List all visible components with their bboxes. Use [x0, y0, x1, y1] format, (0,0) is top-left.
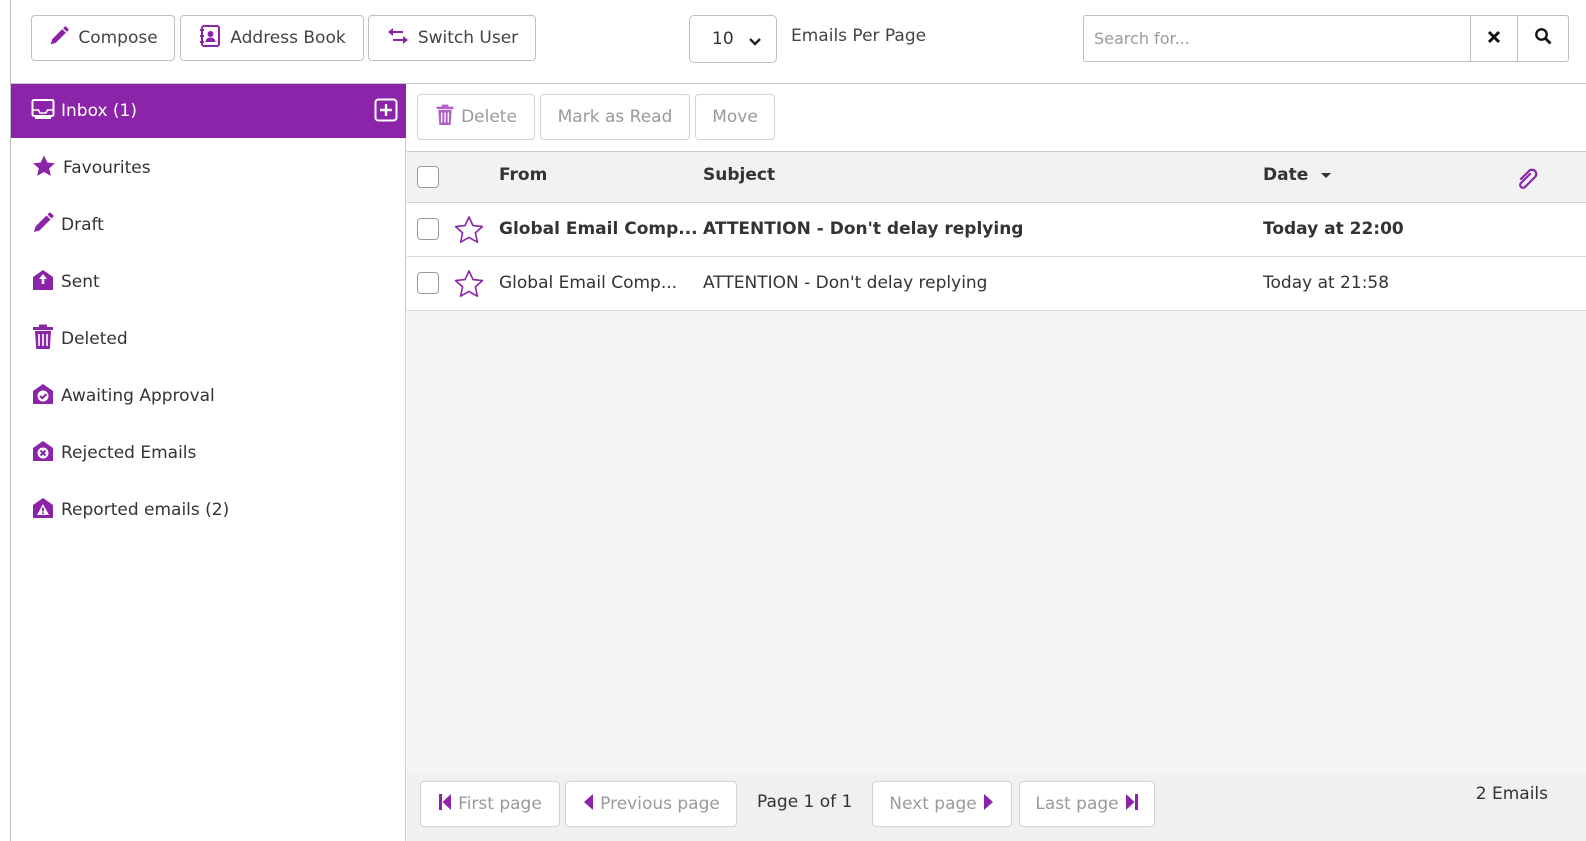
emails-per-page-select[interactable]: 10	[689, 15, 777, 63]
last-page-label: Last page	[1035, 794, 1119, 814]
close-icon	[1487, 29, 1501, 49]
pagination-bar: First page Previous page Page 1 of 1 Nex…	[407, 774, 1586, 841]
add-folder-icon[interactable]	[374, 98, 398, 127]
approval-icon	[31, 382, 55, 411]
mark-as-read-label: Mark as Read	[557, 107, 673, 127]
folder-sidebar: Inbox (1) Favourites Draft Sent Deleted …	[11, 84, 406, 841]
date-header-label: Date	[1263, 165, 1309, 185]
sidebar-item-label: Favourites	[63, 158, 151, 178]
first-page-label: First page	[458, 794, 542, 814]
compose-label: Compose	[78, 28, 158, 48]
email-list-empty-area	[407, 311, 1586, 774]
email-row[interactable]: Global Email Comp... ATTENTION - Don't d…	[407, 257, 1586, 311]
sidebar-item-awaiting-approval[interactable]: Awaiting Approval	[11, 369, 406, 423]
pencil-icon	[48, 25, 70, 52]
star-outline-icon[interactable]	[453, 269, 485, 304]
switch-user-button[interactable]: Switch User	[368, 15, 536, 61]
next-page-button[interactable]: Next page	[872, 781, 1012, 827]
attachment-icon	[1515, 167, 1541, 196]
chevron-down-icon	[748, 33, 762, 53]
inbox-icon	[31, 98, 55, 125]
email-subject: ATTENTION - Don't delay replying	[703, 273, 988, 293]
first-page-button[interactable]: First page	[420, 781, 560, 827]
sidebar-item-label: Reported emails (2)	[61, 500, 230, 520]
sidebar-item-deleted[interactable]: Deleted	[11, 312, 406, 366]
sidebar-item-draft[interactable]: Draft	[11, 198, 406, 252]
rejected-icon	[31, 439, 55, 468]
trash-icon	[435, 103, 455, 132]
sidebar-item-label: Deleted	[61, 329, 128, 349]
email-date: Today at 22:00	[1263, 219, 1404, 239]
page-indicator: Page 1 of 1	[757, 792, 853, 812]
star-outline-icon[interactable]	[453, 215, 485, 250]
next-page-label: Next page	[889, 794, 977, 814]
subject-column-header[interactable]: Subject	[703, 165, 775, 185]
move-button[interactable]: Move	[695, 94, 775, 140]
sidebar-item-label: Draft	[61, 215, 104, 235]
top-toolbar: Compose Address Book Switch User 10 Emai…	[11, 0, 1586, 84]
previous-page-button[interactable]: Previous page	[565, 781, 737, 827]
address-book-label: Address Book	[230, 28, 346, 48]
sidebar-item-sent[interactable]: Sent	[11, 255, 406, 309]
reported-icon	[31, 496, 55, 525]
select-all-checkbox[interactable]	[417, 166, 439, 188]
mark-as-read-button[interactable]: Mark as Read	[540, 94, 690, 140]
delete-label: Delete	[461, 107, 517, 127]
date-column-header[interactable]: Date	[1263, 165, 1332, 185]
first-page-icon	[438, 793, 452, 816]
webmail-app: Compose Address Book Switch User 10 Emai…	[0, 0, 1586, 841]
sidebar-item-label: Inbox (1)	[61, 101, 138, 121]
caret-left-icon	[582, 793, 594, 816]
previous-page-label: Previous page	[600, 794, 720, 814]
sidebar-item-label: Sent	[61, 272, 100, 292]
compose-button[interactable]: Compose	[31, 15, 175, 61]
sidebar-item-inbox[interactable]: Inbox (1)	[11, 84, 406, 138]
move-label: Move	[712, 107, 758, 127]
sent-icon	[31, 268, 55, 297]
message-action-bar: Delete Mark as Read Move	[407, 84, 1586, 152]
search-input[interactable]	[1083, 15, 1471, 62]
email-from: Global Email Comp...	[499, 273, 678, 293]
sidebar-item-label: Awaiting Approval	[61, 386, 215, 406]
switch-arrows-icon	[386, 25, 410, 52]
delete-button[interactable]: Delete	[417, 94, 535, 140]
last-page-icon	[1125, 793, 1139, 816]
sidebar-item-reported-emails[interactable]: Reported emails (2)	[11, 483, 406, 537]
email-count: 2 Emails	[1475, 784, 1548, 804]
search-icon	[1534, 27, 1552, 50]
sidebar-item-rejected-emails[interactable]: Rejected Emails	[11, 426, 406, 480]
address-book-button[interactable]: Address Book	[180, 15, 364, 61]
email-list-header: From Subject Date	[407, 152, 1586, 203]
row-checkbox[interactable]	[417, 272, 439, 294]
per-page-label: Emails Per Page	[791, 26, 927, 46]
sidebar-item-favourites[interactable]: Favourites	[11, 141, 406, 195]
email-row[interactable]: Global Email Comp... ATTENTION - Don't d…	[407, 203, 1586, 257]
email-subject: ATTENTION - Don't delay replying	[703, 219, 1024, 239]
switch-user-label: Switch User	[417, 28, 519, 48]
caret-right-icon	[983, 793, 995, 816]
email-from: Global Email Comp...	[499, 219, 698, 239]
address-book-icon	[198, 24, 222, 53]
row-checkbox[interactable]	[417, 218, 439, 240]
clear-search-button[interactable]	[1470, 15, 1518, 62]
sidebar-item-label: Rejected Emails	[61, 443, 197, 463]
sort-down-icon	[1314, 165, 1332, 185]
star-icon	[31, 154, 57, 183]
per-page-value: 10	[712, 29, 734, 49]
last-page-button[interactable]: Last page	[1019, 781, 1155, 827]
from-column-header[interactable]: From	[499, 165, 547, 185]
pencil-icon	[31, 211, 55, 240]
trash-icon	[31, 324, 55, 355]
email-date: Today at 21:58	[1263, 273, 1390, 293]
search-button[interactable]	[1517, 15, 1569, 62]
